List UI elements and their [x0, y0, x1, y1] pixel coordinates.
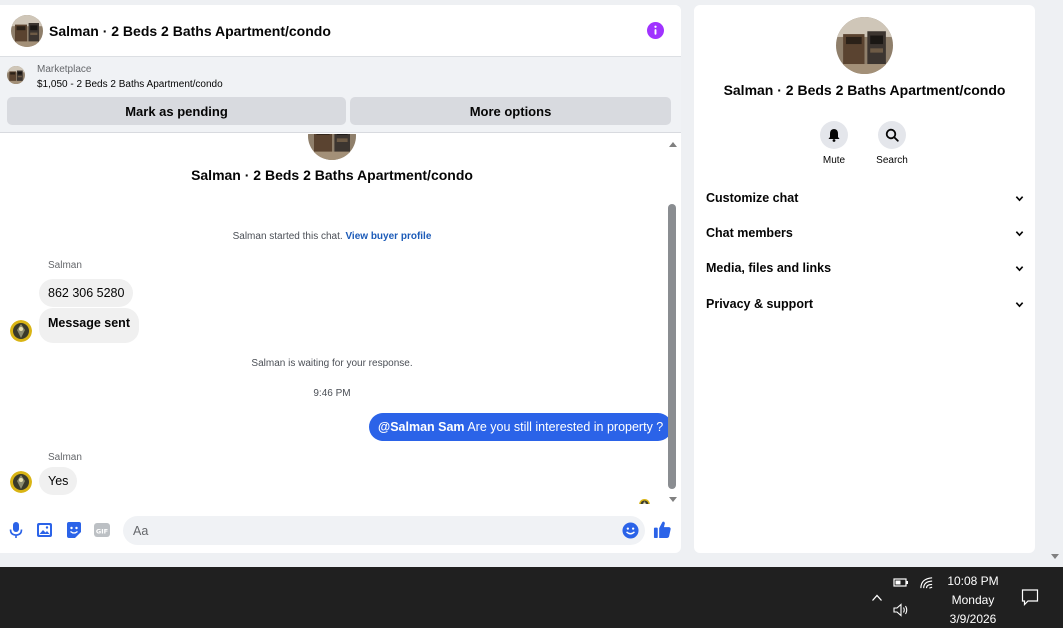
scroll-down-arrow[interactable] [669, 497, 677, 502]
scroll-up-arrow[interactable] [669, 142, 677, 147]
section-label: Privacy & support [706, 297, 813, 311]
taskbar: 10:08 PM Monday 3/9/2026 [0, 567, 1063, 628]
thumbs-up-icon[interactable] [653, 520, 672, 539]
volume-icon[interactable] [893, 603, 909, 617]
contact-avatar[interactable] [11, 15, 43, 47]
message-thread: Salman · 2 Beds 2 Baths Apartment/condo … [0, 134, 668, 504]
svg-text:GIF: GIF [96, 528, 108, 536]
chat-header: Salman · 2 Beds 2 Baths Apartment/condo [0, 5, 681, 57]
mark-as-pending-button[interactable]: Mark as pending [7, 97, 346, 125]
chevron-down-icon [1015, 230, 1024, 236]
thread-title: Salman · 2 Beds 2 Baths Apartment/condo [191, 167, 473, 183]
mute-label: Mute [822, 155, 846, 166]
listing-thumbnail[interactable] [7, 66, 25, 84]
chevron-down-icon [1015, 265, 1024, 271]
section-privacy-support[interactable]: Privacy & support [706, 292, 1024, 316]
conversation-info-panel: Salman · 2 Beds 2 Baths Apartment/condo … [694, 5, 1035, 553]
info-name: Salman · 2 Beds 2 Baths Apartment/condo [723, 82, 1006, 98]
section-chat-members[interactable]: Chat members [706, 221, 1024, 245]
message-composer: GIF [0, 512, 681, 548]
search-icon [885, 128, 899, 142]
info-avatar[interactable] [836, 17, 893, 74]
search-action[interactable]: Search [867, 121, 917, 166]
outgoing-message[interactable]: @Salman Sam Are you still interested in … [369, 413, 668, 441]
notification-center-icon[interactable] [1021, 588, 1039, 606]
incoming-message[interactable]: 862 306 5280 [39, 279, 134, 307]
sender-avatar[interactable] [10, 471, 32, 493]
page-scroll-down-arrow[interactable] [1051, 554, 1059, 559]
chat-panel: Salman · 2 Beds 2 Baths Apartment/condo … [0, 5, 681, 553]
listing-source: Marketplace [37, 64, 92, 75]
section-customize-chat[interactable]: Customize chat [706, 186, 1024, 210]
chevron-down-icon [1015, 301, 1024, 307]
search-label: Search [876, 155, 908, 166]
marketplace-listing-bar: Marketplace $1,050 - 2 Beds 2 Baths Apar… [0, 57, 681, 133]
info-icon[interactable] [647, 22, 664, 39]
sender-name: Salman [48, 452, 82, 463]
message-input[interactable] [123, 516, 645, 545]
listing-price[interactable]: $1,050 - 2 Beds 2 Baths Apartment/condo [37, 79, 223, 90]
gif-icon[interactable]: GIF [93, 521, 111, 539]
microphone-icon[interactable] [7, 521, 25, 539]
clock-day: Monday [951, 593, 995, 607]
mute-action[interactable]: Mute [809, 121, 859, 166]
waiting-note: Salman is waiting for your response. [251, 358, 413, 369]
incoming-message[interactable]: Message sent [39, 308, 139, 343]
scroll-thumb[interactable] [668, 204, 676, 489]
sender-avatar[interactable] [10, 320, 32, 342]
emoji-icon[interactable] [622, 522, 639, 539]
chat-started-note: Salman started this chat. View buyer pro… [0, 231, 664, 242]
section-label: Customize chat [706, 191, 799, 205]
section-label: Media, files and links [706, 261, 832, 275]
chat-started-text: Salman started this chat. [232, 231, 343, 242]
incoming-message[interactable]: Yes [39, 467, 78, 495]
system-clock[interactable]: 10:08 PM Monday 3/9/2026 [937, 572, 1009, 628]
thread-avatar [308, 134, 356, 160]
mute-button[interactable] [820, 121, 848, 149]
clock-date: 3/9/2026 [949, 612, 997, 626]
chevron-up-icon[interactable] [871, 592, 883, 604]
sender-name: Salman [48, 260, 82, 271]
photo-icon[interactable] [36, 521, 54, 539]
battery-icon[interactable] [893, 576, 909, 589]
mention[interactable]: @Salman Sam [378, 420, 465, 434]
search-button[interactable] [878, 121, 906, 149]
outgoing-message-text: Are you still interested in property ? [464, 420, 664, 434]
view-buyer-profile-link[interactable]: View buyer profile [345, 231, 431, 242]
chevron-down-icon [1015, 195, 1024, 201]
thread-scrollbar[interactable] [667, 142, 679, 506]
clock-time: 10:08 PM [947, 574, 999, 588]
chat-title[interactable]: Salman · 2 Beds 2 Baths Apartment/condo [49, 23, 331, 39]
sticker-icon[interactable] [65, 521, 83, 539]
wifi-icon[interactable] [919, 575, 934, 590]
more-options-button[interactable]: More options [350, 97, 671, 125]
section-label: Chat members [706, 226, 793, 240]
bell-icon [828, 129, 840, 142]
message-timestamp: 9:46 PM [313, 388, 351, 399]
seen-indicator-avatar [639, 497, 650, 504]
section-media-files-links[interactable]: Media, files and links [706, 256, 1024, 280]
